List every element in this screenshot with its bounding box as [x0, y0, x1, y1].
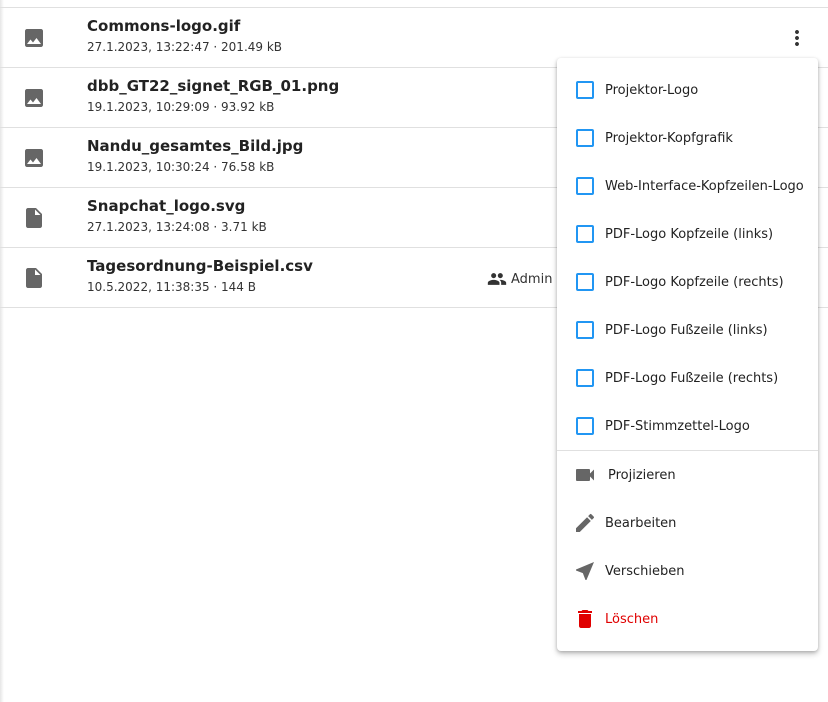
file-name[interactable]: Tagesordnung-Beispiel.csv: [87, 257, 313, 275]
menu-item-label: PDF-Stimmzettel-Logo: [605, 418, 750, 434]
owner-name: Admin: [511, 271, 553, 287]
file-meta: 27.1.2023, 13:22:47 · 201.49 kB: [87, 40, 283, 54]
checkbox[interactable]: [576, 273, 594, 291]
checkbox[interactable]: [576, 129, 594, 147]
menu-item-projektor-logo[interactable]: Projektor-Logo: [557, 66, 818, 114]
menu-item-label: PDF-Logo Kopfzeile (links): [605, 226, 774, 242]
menu-item-label: PDF-Logo Fußzeile (rechts): [605, 370, 779, 386]
menu-item-pdf-stimmzettel-logo[interactable]: PDF-Stimmzettel-Logo: [557, 402, 818, 450]
menu-item-label: Projektor-Logo: [605, 82, 699, 98]
checkbox[interactable]: [576, 417, 594, 435]
menu-item-label: Web-Interface-Kopfzeilen-Logo: [605, 178, 804, 194]
menu-item-pdf-fusszeile-links[interactable]: PDF-Logo Fußzeile (links): [557, 306, 818, 354]
menu-item-label: Löschen: [605, 611, 659, 627]
checkbox[interactable]: [576, 321, 594, 339]
menu-item-projektor-kopfgrafik[interactable]: Projektor-Kopfgrafik: [557, 114, 818, 162]
image-icon: [25, 89, 43, 107]
file-name[interactable]: dbb_GT22_signet_RGB_01.png: [87, 77, 339, 95]
file-icon: [26, 268, 42, 288]
checkbox[interactable]: [576, 369, 594, 387]
menu-item-pdf-kopfzeile-links[interactable]: PDF-Logo Kopfzeile (links): [557, 210, 818, 258]
file-name[interactable]: Nandu_gesamtes_Bild.jpg: [87, 137, 303, 155]
menu-item-label: PDF-Logo Kopfzeile (rechts): [605, 274, 784, 290]
image-icon: [25, 29, 43, 47]
file-meta: 27.1.2023, 13:24:08 · 3.71 kB: [87, 220, 267, 234]
file-meta: 19.1.2023, 10:30:24 · 76.58 kB: [87, 160, 275, 174]
menu-item-projizieren[interactable]: Projizieren: [557, 451, 818, 499]
menu-item-label: Projizieren: [608, 467, 676, 483]
file-owner: Admin: [487, 269, 552, 289]
context-menu: Projektor-Logo Projektor-Kopfgrafik Web-…: [557, 58, 818, 651]
menu-item-loeschen[interactable]: Löschen: [557, 595, 818, 643]
menu-item-label: Bearbeiten: [605, 515, 677, 531]
file-meta: 19.1.2023, 10:29:09 · 93.92 kB: [87, 100, 275, 114]
checkbox[interactable]: [576, 177, 594, 195]
file-icon: [26, 208, 42, 228]
menu-item-pdf-kopfzeile-rechts[interactable]: PDF-Logo Kopfzeile (rechts): [557, 258, 818, 306]
menu-item-label: Verschieben: [605, 563, 685, 579]
group-icon: [487, 273, 507, 285]
trash-icon: [578, 610, 592, 628]
pencil-icon: [576, 513, 595, 532]
navigation-arrow-icon: [576, 562, 594, 580]
videocam-icon: [576, 469, 594, 481]
file-name[interactable]: Commons-logo.gif: [87, 17, 240, 35]
menu-item-web-interface-logo[interactable]: Web-Interface-Kopfzeilen-Logo: [557, 162, 818, 210]
menu-item-label: Projektor-Kopfgrafik: [605, 130, 733, 146]
menu-item-label: PDF-Logo Fußzeile (links): [605, 322, 768, 338]
more-vert-icon[interactable]: [785, 26, 809, 50]
menu-item-verschieben[interactable]: Verschieben: [557, 547, 818, 595]
image-icon: [25, 149, 43, 167]
file-meta: 10.5.2022, 11:38:35 · 144 B: [87, 280, 256, 294]
menu-item-pdf-fusszeile-rechts[interactable]: PDF-Logo Fußzeile (rechts): [557, 354, 818, 402]
file-name[interactable]: Snapchat_logo.svg: [87, 197, 245, 215]
checkbox[interactable]: [576, 81, 594, 99]
menu-item-bearbeiten[interactable]: Bearbeiten: [557, 499, 818, 547]
checkbox[interactable]: [576, 225, 594, 243]
